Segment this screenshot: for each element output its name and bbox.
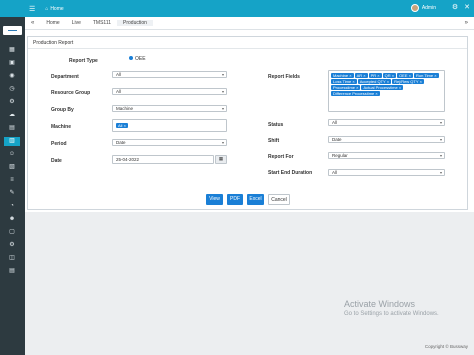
start-end-duration-label: Start End Duration bbox=[268, 170, 313, 176]
report-type-label: Report Type bbox=[69, 58, 98, 64]
start-end-duration-select[interactable]: All ▾ bbox=[328, 169, 445, 176]
camera-icon[interactable]: ◉ bbox=[6, 72, 18, 81]
report-fields-select[interactable]: Machine × AR × PR × QR × OEE × Run Time × Loss… bbox=[328, 70, 445, 112]
report-field-chip[interactable]: Run Time × bbox=[413, 73, 439, 78]
report-field-chip[interactable]: OEE × bbox=[397, 73, 413, 78]
report-field-chip[interactable]: Rej/Rew QTY × bbox=[392, 79, 424, 84]
machine-label: Machine bbox=[51, 124, 72, 130]
calendar-icon[interactable]: ◫ bbox=[6, 254, 18, 263]
tab-tms111[interactable]: TMS111 bbox=[87, 20, 117, 26]
clock-icon[interactable]: ◷ bbox=[6, 85, 18, 94]
forward-icon[interactable]: » bbox=[459, 20, 474, 26]
chevron-down-icon: ▾ bbox=[439, 137, 442, 142]
gear-icon[interactable]: ⚙ bbox=[6, 241, 18, 250]
oee-radio-label: OEE bbox=[135, 56, 146, 62]
group-by-label: Group By bbox=[51, 107, 74, 113]
doc-icon[interactable]: ▤ bbox=[6, 267, 18, 276]
report-fields-label: Report Fields bbox=[268, 74, 300, 80]
report-field-chip[interactable]: Processtime × bbox=[331, 85, 361, 90]
machine-select[interactable]: All × bbox=[112, 119, 227, 132]
chart-icon[interactable]: ▧ bbox=[6, 163, 18, 172]
period-label: Period bbox=[51, 141, 67, 147]
resource-group-label: Resource Group bbox=[51, 90, 91, 96]
report-for-select[interactable]: Regular ▾ bbox=[328, 152, 445, 159]
hamburger-menu-icon[interactable]: ☰ bbox=[29, 5, 35, 13]
machine-chip[interactable]: All × bbox=[116, 123, 128, 128]
shift-select[interactable]: Date ▾ bbox=[328, 136, 445, 143]
period-select[interactable]: Date ▾ bbox=[112, 139, 227, 146]
user-menu[interactable]: Admin bbox=[410, 4, 436, 12]
calendar-icon[interactable]: ▦ bbox=[215, 155, 227, 164]
resource-group-select[interactable]: All ▾ bbox=[112, 88, 227, 95]
tab-production[interactable]: Production bbox=[117, 20, 153, 26]
close-icon[interactable]: ✕ bbox=[464, 3, 470, 11]
panel-title: Production Report bbox=[28, 37, 467, 49]
chevron-down-icon: ▾ bbox=[439, 120, 442, 125]
list-icon[interactable]: ≡ bbox=[6, 176, 18, 185]
report-field-chip[interactable]: PR × bbox=[368, 73, 382, 78]
logo: ▬▬▬ bbox=[3, 26, 22, 35]
shift-label: Shift bbox=[268, 138, 280, 144]
top-bar: ☰ ⌂ Home Admin ⚙ ✕ bbox=[0, 0, 474, 17]
settings-icon[interactable]: ⚙ bbox=[6, 98, 18, 107]
tab-bar: « Home Live TMS111 Production » bbox=[25, 17, 474, 30]
grid-icon[interactable]: ▤ bbox=[6, 124, 18, 133]
view-button[interactable]: View bbox=[206, 194, 223, 205]
tab-home[interactable]: Home bbox=[40, 20, 65, 26]
chevron-down-icon: ▾ bbox=[221, 140, 224, 145]
oee-radio[interactable] bbox=[129, 56, 133, 60]
pdf-button[interactable]: PDF bbox=[227, 194, 243, 205]
report-field-chip[interactable]: Accepted QTY × bbox=[357, 79, 392, 84]
person-icon[interactable]: ☻ bbox=[6, 215, 18, 224]
chevron-down-icon: ▾ bbox=[439, 153, 442, 158]
home-link[interactable]: ⌂ Home bbox=[45, 6, 63, 12]
department-label: Department bbox=[51, 74, 79, 80]
file-icon[interactable]: ▢ bbox=[6, 228, 18, 237]
group-by-select[interactable]: Machine ▾ bbox=[112, 105, 227, 112]
date-input[interactable]: 25-04-2022 bbox=[112, 155, 214, 164]
tab-live[interactable]: Live bbox=[66, 20, 87, 26]
chevron-down-icon: ▾ bbox=[439, 170, 442, 175]
report-field-chip[interactable]: AR × bbox=[354, 73, 368, 78]
chevron-down-icon: ▾ bbox=[221, 72, 224, 77]
department-select[interactable]: All ▾ bbox=[112, 71, 227, 78]
folder-icon[interactable]: ▣ bbox=[6, 59, 18, 68]
cancel-button[interactable]: Cancel bbox=[268, 194, 290, 205]
activate-windows-watermark: Activate Windows Go to Settings to activ… bbox=[344, 299, 439, 317]
back-icon[interactable]: « bbox=[25, 20, 40, 26]
report-icon[interactable]: ▥ bbox=[4, 137, 20, 146]
report-field-chip[interactable]: Actual Processtime × bbox=[361, 85, 404, 90]
report-field-chip[interactable]: Difference Processtime × bbox=[331, 91, 380, 96]
content-background bbox=[25, 212, 474, 355]
footer-copyright: Copyright © Bussway bbox=[424, 344, 468, 349]
status-select[interactable]: All ▾ bbox=[328, 119, 445, 126]
avatar bbox=[410, 4, 419, 12]
report-for-label: Report For bbox=[268, 154, 294, 160]
chevron-down-icon: ▾ bbox=[221, 89, 224, 94]
dashboard-icon[interactable]: ▦ bbox=[6, 46, 18, 55]
excel-button[interactable]: Excel bbox=[247, 194, 264, 205]
home-icon: ⌂ bbox=[45, 5, 49, 12]
wrench-icon[interactable]: ✎ bbox=[6, 189, 18, 198]
user-icon[interactable]: ☺ bbox=[6, 150, 18, 159]
date-label: Date bbox=[51, 158, 62, 164]
settings-icon[interactable]: ⚙ bbox=[452, 3, 458, 11]
cloud-icon[interactable]: ☁ bbox=[6, 111, 18, 120]
status-label: Status bbox=[268, 122, 284, 128]
bell-icon[interactable]: ◔ bbox=[6, 202, 18, 211]
chevron-down-icon: ▾ bbox=[221, 106, 224, 111]
report-field-chip[interactable]: Loss Time × bbox=[331, 79, 357, 84]
report-field-chip[interactable]: QR × bbox=[382, 73, 397, 78]
report-field-chip[interactable]: Machine × bbox=[331, 73, 354, 78]
